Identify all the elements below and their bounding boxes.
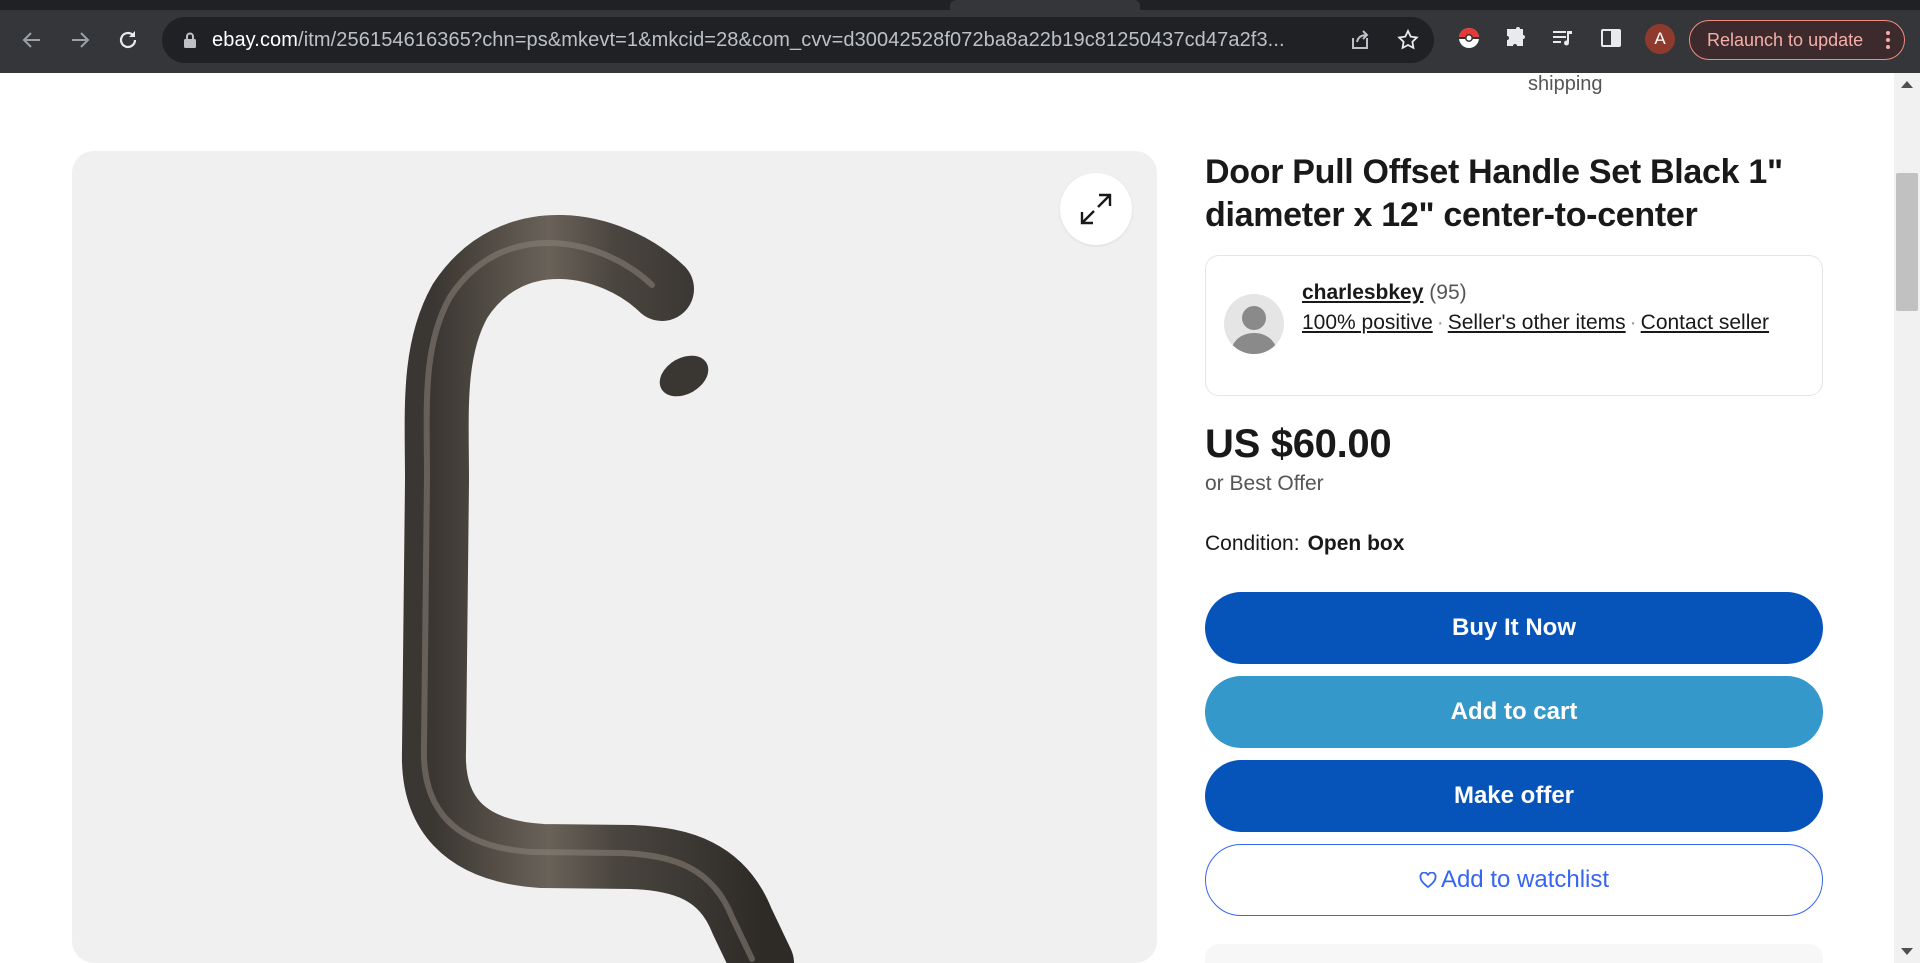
side-panel-icon[interactable] [1597, 24, 1625, 52]
separator-dot: · [1436, 311, 1444, 334]
seller-name-link[interactable]: charlesbkey [1302, 281, 1423, 304]
next-section-card [1205, 944, 1823, 963]
buy-it-now-label: Buy It Now [1452, 614, 1576, 641]
product-image [401, 215, 794, 963]
relaunch-to-update-button[interactable]: Relaunch to update [1689, 20, 1905, 60]
forward-button[interactable] [62, 22, 98, 58]
active-tab[interactable] [950, 0, 1140, 10]
item-condition: Condition: Open box [1205, 532, 1404, 556]
url-host: ebay.com [212, 29, 299, 51]
seller-card: charlesbkey (95) 100% positive · Seller's … [1205, 255, 1823, 396]
lock-icon [184, 32, 196, 48]
item-price: US $60.00 [1205, 422, 1392, 466]
add-to-cart-button[interactable]: Add to cart [1205, 676, 1823, 748]
condition-label: Condition: [1205, 532, 1300, 555]
seller-positive-link[interactable]: 100% positive [1302, 311, 1433, 334]
reload-icon [119, 31, 137, 49]
reload-button[interactable] [110, 22, 146, 58]
best-offer-text: or Best Offer [1205, 472, 1324, 495]
condition-value[interactable]: Open box [1308, 532, 1405, 555]
scrollbar-thumb[interactable] [1896, 173, 1918, 311]
heart-icon [1419, 872, 1437, 888]
url-text[interactable]: ebay.com/itm/256154616365?chn=ps&mkevt=1… [212, 29, 1342, 52]
seller-other-items-link[interactable]: Seller's other items [1448, 311, 1626, 334]
back-button[interactable] [14, 22, 50, 58]
browser-toolbar: ebay.com/itm/256154616365?chn=ps&mkevt=1… [0, 0, 1920, 73]
media-queue-icon[interactable] [1549, 24, 1577, 52]
buy-it-now-button[interactable]: Buy It Now [1205, 592, 1823, 664]
profile-avatar[interactable]: A [1645, 24, 1675, 54]
puzzle-extension-icon[interactable] [1502, 24, 1530, 52]
share-icon[interactable] [1348, 28, 1372, 52]
listing-title: Door Pull Offset Handle Set Black 1" dia… [1205, 153, 1783, 234]
shipping-text: shipping [1528, 73, 1603, 95]
seller-avatar[interactable] [1224, 294, 1284, 354]
add-to-cart-label: Add to cart [1450, 698, 1578, 725]
make-offer-label: Make offer [1453, 782, 1575, 809]
url-path: /itm/256154616365?chn=ps&mkevt=1&mkcid=2… [298, 29, 1285, 51]
user-icon [1230, 306, 1278, 354]
seller-info: charlesbkey (95) 100% positive · Seller's … [1302, 278, 1802, 338]
relaunch-label: Relaunch to update [1707, 29, 1864, 50]
scroll-up-arrow-icon[interactable] [1901, 81, 1913, 88]
seller-feedback-count: (95) [1429, 281, 1467, 304]
separator-dot: · [1629, 311, 1637, 334]
add-to-watchlist-button[interactable]: Add to watchlist [1205, 844, 1823, 916]
add-to-watchlist-label: Add to watchlist [1440, 866, 1610, 893]
contact-seller-link[interactable]: Contact seller [1641, 311, 1769, 334]
address-bar[interactable]: ebay.com/itm/256154616365?chn=ps&mkevt=1… [162, 17, 1434, 63]
star-icon[interactable] [1396, 28, 1420, 52]
expand-image-button[interactable] [1060, 173, 1132, 245]
kebab-menu-icon [1886, 31, 1890, 49]
page-scrollbar[interactable] [1894, 73, 1920, 963]
back-icon [22, 32, 40, 48]
expand-icon [1080, 193, 1112, 225]
tab-strip [0, 0, 1920, 10]
product-image-gallery[interactable] [72, 151, 1157, 963]
scroll-down-arrow-icon[interactable] [1901, 948, 1913, 955]
forward-icon [72, 32, 90, 48]
ebay-listing-page: shipping Door Pull Offset Handle Set Bla… [0, 73, 1894, 963]
make-offer-button[interactable]: Make offer [1205, 760, 1823, 832]
pokeball-extension-icon[interactable] [1455, 24, 1483, 52]
